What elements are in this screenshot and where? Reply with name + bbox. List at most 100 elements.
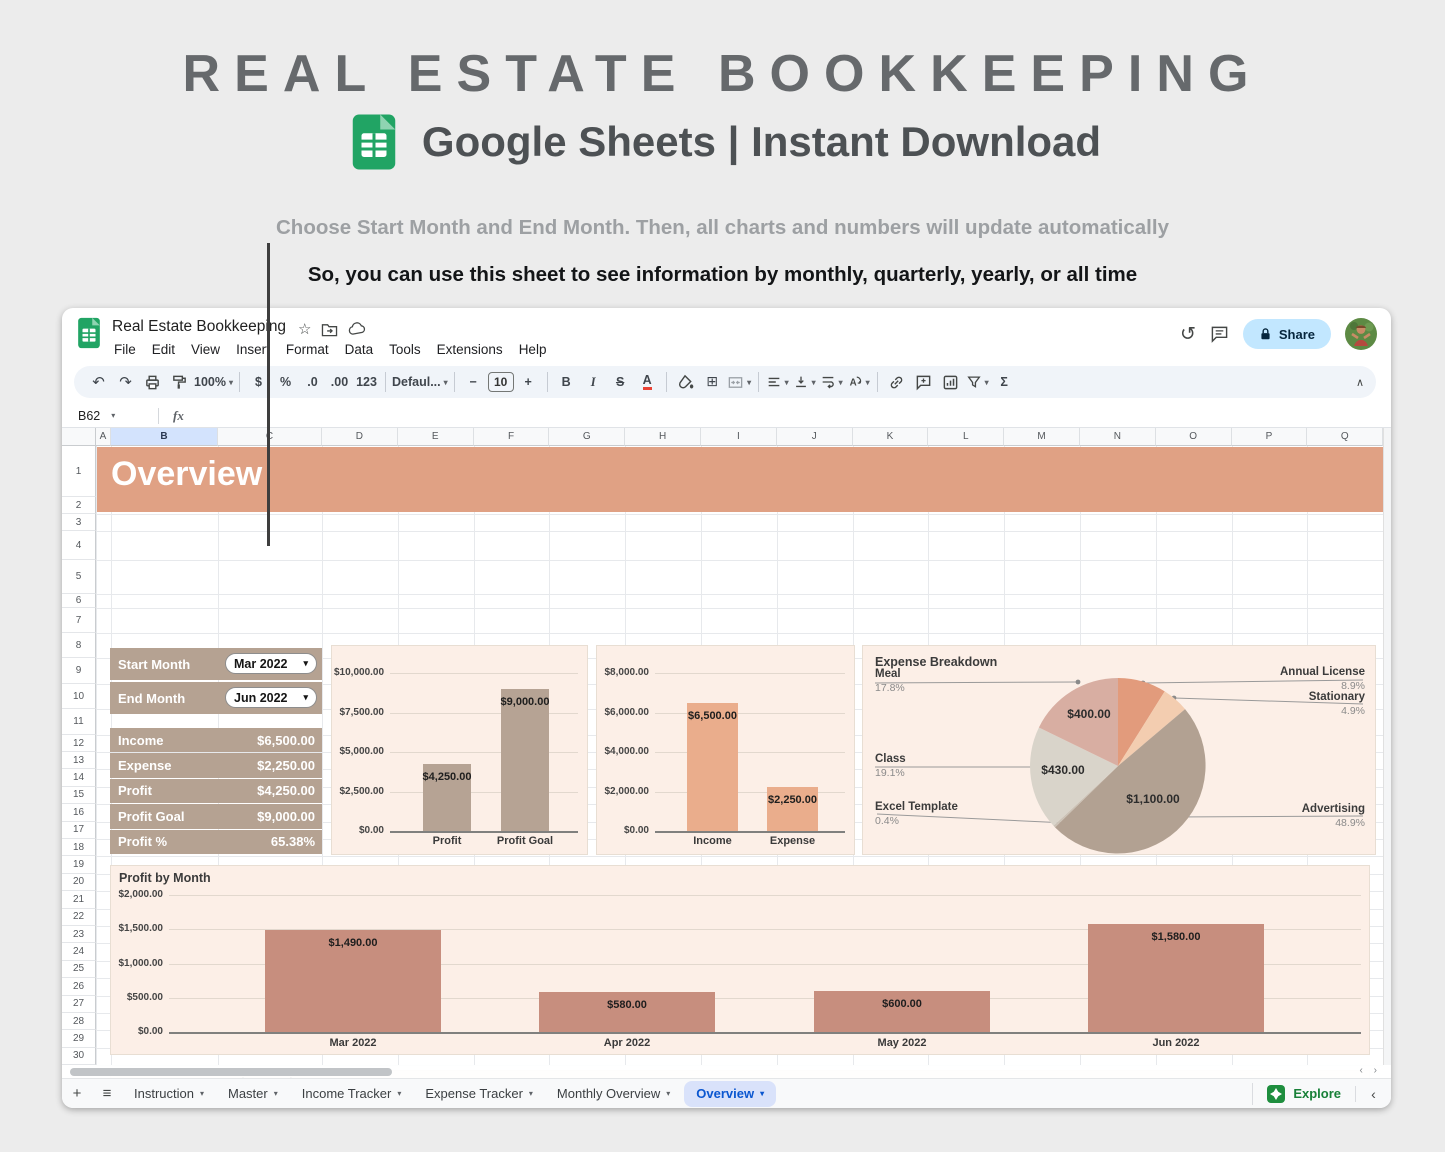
fill-color-icon[interactable] <box>673 369 698 395</box>
row-header-16[interactable]: 16 <box>62 804 96 821</box>
horizontal-align-icon[interactable]: ▾ <box>765 369 790 395</box>
column-header-I[interactable]: I <box>701 428 777 446</box>
add-sheet-button[interactable]: + <box>62 1085 92 1102</box>
row-header-6[interactable]: 6 <box>62 594 96 608</box>
row-header-28[interactable]: 28 <box>62 1013 96 1030</box>
column-header-D[interactable]: D <box>322 428 398 446</box>
row-header-5[interactable]: 5 <box>62 560 96 594</box>
menu-extensions[interactable]: Extensions <box>429 340 511 359</box>
column-header-N[interactable]: N <box>1080 428 1156 446</box>
vertical-align-icon[interactable]: ▾ <box>792 369 817 395</box>
explore-button[interactable]: Explore <box>1252 1083 1355 1105</box>
row-header-20[interactable]: 20 <box>62 874 96 891</box>
row-header-9[interactable]: 9 <box>62 658 96 684</box>
tab-scroll-left-icon[interactable]: ‹ <box>1355 1086 1391 1102</box>
start-month-dropdown[interactable]: Mar 2022▾ <box>225 653 317 674</box>
row-header-30[interactable]: 30 <box>62 1048 96 1065</box>
cloud-status-icon[interactable] <box>348 322 367 336</box>
chevron-down-icon[interactable]: ▾ <box>111 411 115 420</box>
vertical-scrollbar[interactable] <box>1383 428 1391 1065</box>
row-header-25[interactable]: 25 <box>62 961 96 978</box>
sheet-tab-instruction[interactable]: Instruction▾ <box>122 1079 216 1109</box>
row-header-4[interactable]: 4 <box>62 531 96 560</box>
font-select[interactable]: Defaul...▾ <box>392 369 448 395</box>
scrollbar-thumb[interactable] <box>70 1068 392 1076</box>
row-header-18[interactable]: 18 <box>62 839 96 856</box>
text-rotation-icon[interactable]: A▾ <box>846 369 871 395</box>
row-header-10[interactable]: 10 <box>62 684 96 709</box>
column-header-G[interactable]: G <box>549 428 625 446</box>
print-icon[interactable] <box>140 369 165 395</box>
functions-icon[interactable]: Σ <box>992 369 1017 395</box>
decrease-font-size-icon[interactable]: − <box>461 369 486 395</box>
increase-font-size-icon[interactable]: + <box>516 369 541 395</box>
text-color-icon[interactable]: A <box>635 369 660 395</box>
row-header-27[interactable]: 27 <box>62 996 96 1013</box>
row-header-11[interactable]: 11 <box>62 709 96 735</box>
grid-corner[interactable] <box>62 428 96 446</box>
column-header-P[interactable]: P <box>1232 428 1308 446</box>
column-header-K[interactable]: K <box>853 428 929 446</box>
sheet-tab-expense-tracker[interactable]: Expense Tracker▾ <box>413 1079 545 1109</box>
row-header-1[interactable]: 1 <box>62 446 96 497</box>
sheet-tab-income-tracker[interactable]: Income Tracker▾ <box>290 1079 414 1109</box>
increase-decimal-icon[interactable]: .00 <box>327 369 352 395</box>
insert-chart-icon[interactable] <box>938 369 963 395</box>
scrollbar-arrows[interactable]: ‹ › <box>1360 1065 1381 1076</box>
all-sheets-button[interactable]: ≡ <box>92 1085 122 1102</box>
column-header-J[interactable]: J <box>777 428 853 446</box>
chart-profit_by_month[interactable]: Profit by Month$0.00$500.00$1,000.00$1,5… <box>110 865 1370 1055</box>
column-header-L[interactable]: L <box>928 428 1004 446</box>
column-header-E[interactable]: E <box>398 428 474 446</box>
menu-tools[interactable]: Tools <box>381 340 429 359</box>
column-header-M[interactable]: M <box>1004 428 1080 446</box>
italic-icon[interactable]: I <box>581 369 606 395</box>
row-header-23[interactable]: 23 <box>62 926 96 943</box>
undo-icon[interactable]: ↶ <box>86 369 111 395</box>
row-header-21[interactable]: 21 <box>62 891 96 908</box>
row-header-22[interactable]: 22 <box>62 909 96 926</box>
user-avatar[interactable] <box>1345 318 1377 350</box>
row-header-12[interactable]: 12 <box>62 735 96 752</box>
row-header-3[interactable]: 3 <box>62 514 96 531</box>
decrease-decimal-icon[interactable]: .0 <box>300 369 325 395</box>
row-header-14[interactable]: 14 <box>62 769 96 786</box>
column-header-H[interactable]: H <box>625 428 701 446</box>
star-icon[interactable]: ☆ <box>298 320 311 338</box>
insert-comment-icon[interactable] <box>911 369 936 395</box>
row-header-29[interactable]: 29 <box>62 1030 96 1047</box>
end-month-dropdown[interactable]: Jun 2022▾ <box>225 687 317 708</box>
paint-format-icon[interactable] <box>167 369 192 395</box>
more-formats-icon[interactable]: 123 <box>354 369 379 395</box>
row-header-19[interactable]: 19 <box>62 856 96 873</box>
row-header-13[interactable]: 13 <box>62 752 96 769</box>
cell-name-box[interactable]: B62 ▾ <box>62 409 158 423</box>
row-header-7[interactable]: 7 <box>62 608 96 633</box>
menu-insert[interactable]: Insert <box>228 340 278 359</box>
bold-icon[interactable]: B <box>554 369 579 395</box>
menu-data[interactable]: Data <box>337 340 382 359</box>
create-filter-icon[interactable]: ▾ <box>965 369 990 395</box>
insert-link-icon[interactable] <box>884 369 909 395</box>
row-header-24[interactable]: 24 <box>62 943 96 960</box>
column-header-C[interactable]: C <box>218 428 322 446</box>
row-header-17[interactable]: 17 <box>62 822 96 839</box>
chart-profit_vs_goal[interactable]: $0.00$2,500.00$5,000.00$7,500.00$10,000.… <box>331 645 588 855</box>
sheets-logo-icon[interactable] <box>76 316 102 350</box>
share-button[interactable]: Share <box>1243 319 1331 349</box>
sheet-tab-overview[interactable]: Overview▾ <box>684 1081 776 1107</box>
zoom-select[interactable]: 100%▾ <box>194 369 233 395</box>
row-header-26[interactable]: 26 <box>62 978 96 995</box>
move-folder-icon[interactable] <box>321 322 338 337</box>
row-header-2[interactable]: 2 <box>62 497 96 514</box>
borders-icon[interactable]: ⊞ <box>700 369 725 395</box>
text-wrap-icon[interactable]: ▾ <box>819 369 844 395</box>
version-history-icon[interactable]: ↺ <box>1180 323 1196 345</box>
document-title[interactable]: Real Estate Bookkeeping <box>112 318 286 336</box>
column-header-F[interactable]: F <box>474 428 550 446</box>
menu-edit[interactable]: Edit <box>144 340 183 359</box>
toolbar-collapse-icon[interactable]: ∧ <box>1356 376 1364 389</box>
menu-file[interactable]: File <box>106 340 144 359</box>
sheet-tab-master[interactable]: Master▾ <box>216 1079 290 1109</box>
column-header-O[interactable]: O <box>1156 428 1232 446</box>
